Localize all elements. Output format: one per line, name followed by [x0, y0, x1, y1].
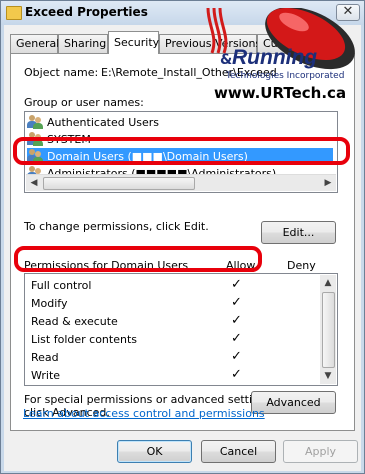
- highlight-full-control: [14, 246, 262, 272]
- scroll-right-arrow-icon[interactable]: ▶: [320, 175, 336, 191]
- urtech-watermark: & Running Technologies Incorporated www.…: [200, 6, 360, 108]
- scroll-down-arrow-icon[interactable]: ▼: [320, 368, 336, 384]
- permission-read: Read: [31, 351, 59, 364]
- advanced-text-line1: For special permissions or advanced sett…: [24, 393, 276, 406]
- allow-check-icon: ✓: [231, 277, 242, 292]
- window-title: Exceed Properties: [25, 5, 148, 19]
- users-icon: [27, 115, 43, 129]
- allow-check-icon: ✓: [231, 367, 242, 382]
- scroll-left-arrow-icon[interactable]: ◀: [26, 175, 42, 191]
- logo-brand: Running: [232, 46, 318, 69]
- logo-ampersand: &: [220, 52, 233, 68]
- permission-full-control: Full control: [31, 279, 92, 292]
- cancel-button[interactable]: Cancel: [201, 440, 276, 463]
- permission-list-folder-contents: List folder contents: [31, 333, 137, 346]
- logo-tagline: Technologies Incorporated: [226, 71, 345, 81]
- tab-general[interactable]: General: [10, 34, 59, 53]
- groups-label: Group or user names:: [24, 96, 144, 109]
- vscroll-thumb[interactable]: [322, 292, 335, 368]
- permissions-list: Full control Modify Read & execute List …: [24, 273, 338, 386]
- security-panel: Object name: E:\Remote_Install_Other\Exc…: [10, 53, 355, 431]
- permission-read-execute: Read & execute: [31, 315, 118, 328]
- folder-icon: [6, 6, 22, 20]
- learn-access-control-link[interactable]: Learn about access control and permissio…: [23, 407, 265, 420]
- object-name-label: Object name:: [24, 66, 99, 79]
- tab-sharing[interactable]: Sharing: [58, 34, 108, 53]
- allow-check-icon: ✓: [231, 331, 242, 346]
- permissions-vscrollbar[interactable]: ▲ ▼: [320, 275, 336, 384]
- tab-security[interactable]: Security: [108, 31, 159, 54]
- edit-button[interactable]: Edit...: [261, 221, 336, 244]
- group-item-authenticated-users[interactable]: Authenticated Users: [27, 114, 159, 131]
- ok-button[interactable]: OK: [117, 440, 192, 463]
- permission-modify: Modify: [31, 297, 68, 310]
- highlight-domain-users: [13, 137, 350, 165]
- groups-hscrollbar[interactable]: ◀ ▶: [26, 174, 336, 191]
- allow-check-icon: ✓: [231, 313, 242, 328]
- allow-check-icon: ✓: [231, 349, 242, 364]
- apply-button: Apply: [283, 440, 358, 463]
- logo-url: www.URTech.ca: [214, 84, 347, 102]
- deny-header: Deny: [287, 259, 316, 272]
- scroll-up-arrow-icon[interactable]: ▲: [320, 275, 336, 291]
- permission-write: Write: [31, 369, 61, 382]
- change-permissions-text: To change permissions, click Edit.: [24, 220, 209, 233]
- allow-check-icon: ✓: [231, 295, 242, 310]
- hscroll-thumb[interactable]: [43, 177, 195, 190]
